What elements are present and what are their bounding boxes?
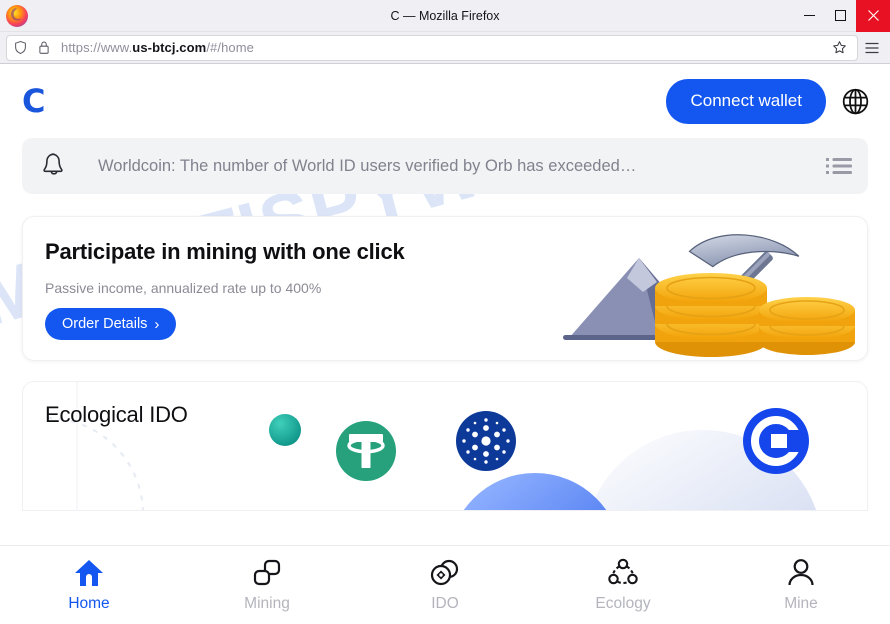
minimize-button[interactable] [794,0,825,32]
firefox-window: C — Mozilla Firefox https://www.us-btcj.… [0,0,890,624]
bookmark-star-icon[interactable] [827,36,851,60]
person-icon [785,558,817,588]
order-details-label: Order Details [62,316,148,332]
announcement-bar[interactable]: Worldcoin: The number of World ID users … [22,138,868,194]
title-bar: C — Mozilla Firefox [0,0,890,32]
header-actions: Connect wallet [666,78,870,124]
announcement-text: Worldcoin: The number of World ID users … [98,156,637,175]
ecological-ido-card[interactable]: Ecological IDO [22,381,868,511]
url-text[interactable]: https://www.us-btcj.com/#/home [61,40,819,55]
navigation-toolbar: https://www.us-btcj.com/#/home [0,32,890,64]
globe-icon[interactable] [840,86,870,116]
mining-illustration [539,220,859,360]
tab-mine[interactable]: Mine [712,546,890,624]
tab-mining[interactable]: Mining [178,546,356,624]
url-suffix: /#/home [206,40,255,55]
ido-icon [429,558,461,588]
shield-icon[interactable] [13,40,29,56]
ecology-icon [607,558,639,588]
url-prefix: https://www. [61,40,133,55]
app-header: C Connect wallet [0,64,890,138]
mining-banner-text: Participate in mining with one click Pas… [45,239,405,340]
tab-home-label: Home [68,594,110,612]
address-bar[interactable]: https://www.us-btcj.com/#/home [6,34,858,61]
firefox-logo-icon [5,4,29,28]
tab-home[interactable]: Home [0,546,178,624]
lock-icon[interactable] [37,40,53,56]
brand-logo[interactable]: C [22,85,46,117]
close-button[interactable] [856,0,890,32]
tab-ido[interactable]: IDO [356,546,534,624]
mining-banner-subtitle: Passive income, annualized rate up to 40… [45,280,322,296]
window-controls [794,0,890,32]
tab-ecology-label: Ecology [595,594,651,612]
tab-mining-label: Mining [244,594,290,612]
order-details-button[interactable]: Order Details › [45,308,177,340]
list-icon[interactable] [826,156,852,176]
tab-ido-label: IDO [431,594,459,612]
page-viewport: MYANTISPYWARE.COM C Connect wallet World… [0,64,890,624]
bell-icon [40,151,68,181]
url-domain: us-btcj.com [132,40,207,55]
mining-banner-card[interactable]: Participate in mining with one click Pas… [22,216,868,361]
connect-wallet-button[interactable]: Connect wallet [666,78,826,124]
bottom-navigation: Home Mining IDO Ecology Mine [0,545,890,624]
maximize-button[interactable] [825,0,856,32]
ecological-ido-title: Ecological IDO [45,402,188,427]
mining-icon [251,558,283,588]
tab-mine-label: Mine [784,594,818,612]
tab-ecology[interactable]: Ecology [534,546,712,624]
hamburger-menu-icon[interactable] [860,36,884,60]
chevron-right-icon: › [154,315,160,333]
window-title: C — Mozilla Firefox [390,8,500,23]
home-icon [73,558,105,588]
mining-banner-title: Participate in mining with one click [45,239,405,264]
